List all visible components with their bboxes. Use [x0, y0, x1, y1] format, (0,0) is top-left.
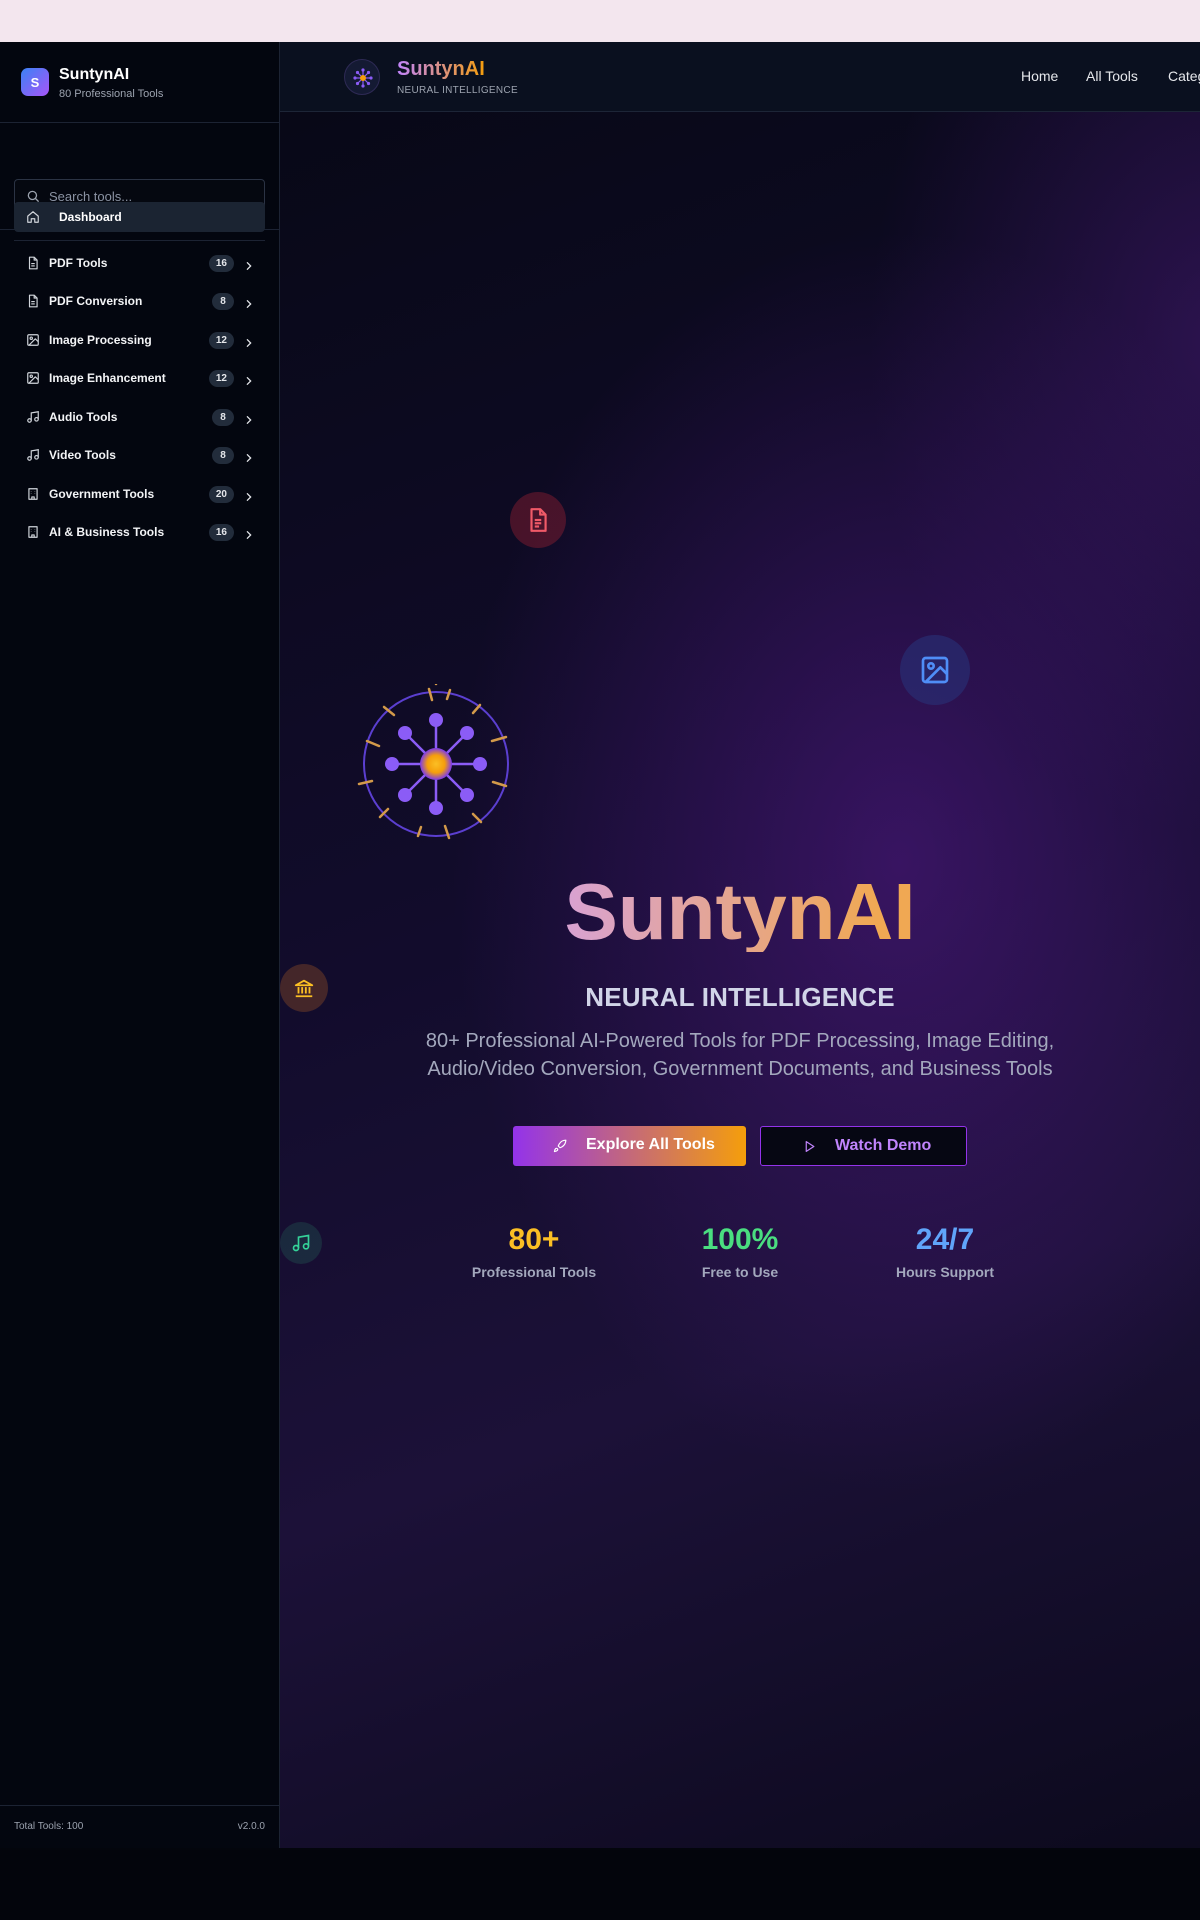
sidebar-item-dashboard[interactable]: Dashboard — [14, 202, 265, 232]
hero-subtitle: NEURAL INTELLIGENCE — [585, 982, 895, 1012]
chevron-right-icon[interactable] — [244, 335, 254, 353]
navbar-brand-subtitle: NEURAL INTELLIGENCE — [397, 85, 518, 96]
nav-divider — [14, 240, 265, 241]
chevron-right-icon[interactable] — [244, 450, 254, 468]
watch-demo-label: Watch Demo — [835, 1137, 932, 1154]
sidebar-item-image-processing[interactable]: Image Processing 12 — [14, 325, 265, 355]
stat-label: Free to Use — [701, 1264, 779, 1280]
file-icon — [26, 256, 40, 275]
chevron-right-icon[interactable] — [244, 527, 254, 545]
sidebar-item-pdf-conversion[interactable]: PDF Conversion 8 — [14, 286, 265, 316]
sidebar-item-video-tools[interactable]: Video Tools 8 — [14, 440, 265, 470]
sidebar-item-label: Video Tools — [49, 448, 116, 462]
neural-logo-icon[interactable] — [344, 59, 380, 95]
watch-demo-button[interactable]: Watch Demo — [760, 1126, 967, 1166]
stat-value: 80+ — [508, 1223, 560, 1256]
explore-all-tools-button[interactable]: Explore All Tools — [513, 1126, 746, 1166]
stat-free-to-use: 100% Free to Use — [640, 1222, 840, 1280]
count-badge: 16 — [208, 524, 234, 541]
stat-hours-support: 24/7 Hours Support — [845, 1222, 1045, 1280]
image-icon — [26, 371, 40, 390]
music-icon — [26, 448, 40, 467]
brand-logo[interactable]: S — [21, 68, 49, 96]
stat-label: Hours Support — [896, 1264, 994, 1280]
brand-subtitle: 80 Professional Tools — [59, 88, 164, 100]
count-badge: 8 — [212, 447, 234, 464]
chevron-right-icon[interactable] — [244, 489, 254, 507]
sidebar-brand: S SuntynAI 80 Professional Tools — [0, 42, 279, 123]
nav-link-home[interactable]: Home — [1021, 68, 1058, 84]
building-icon — [26, 525, 40, 544]
count-badge: 12 — [208, 332, 234, 349]
sidebar-item-label: Image Processing — [49, 333, 152, 347]
music-icon — [26, 410, 40, 429]
stat-value: 24/7 — [915, 1223, 975, 1256]
sidebar-item-label: AI & Business Tools — [49, 525, 165, 539]
hero-description: 80+ Professional AI-Powered Tools for PD… — [425, 1030, 1055, 1080]
version-text: v2.0.0 — [237, 1821, 265, 1832]
sidebar-item-pdf-tools[interactable]: PDF Tools 16 — [14, 248, 265, 278]
floating-music-icon — [280, 1222, 322, 1264]
sidebar-item-label: PDF Tools — [49, 256, 108, 270]
rocket-icon — [553, 1139, 567, 1158]
count-badge: 8 — [212, 293, 234, 310]
sidebar-item-label: Audio Tools — [49, 410, 118, 424]
explore-button-label: Explore All Tools — [586, 1136, 715, 1153]
sidebar-item-label: Dashboard — [59, 210, 122, 224]
chevron-right-icon[interactable] — [244, 296, 254, 314]
play-icon — [803, 1140, 816, 1158]
sidebar-item-image-enhancement[interactable]: Image Enhancement 12 — [14, 363, 265, 393]
nav-link-categories[interactable]: Categ — [1168, 68, 1200, 84]
chevron-right-icon[interactable] — [244, 258, 254, 276]
sidebar-item-label: Government Tools — [49, 487, 155, 501]
stat-label: Professional Tools — [471, 1264, 597, 1280]
sidebar-item-label: Image Enhancement — [49, 371, 166, 385]
sidebar-item-label: PDF Conversion — [49, 294, 143, 308]
sidebar-footer: Total Tools: 100 v2.0.0 — [0, 1805, 279, 1848]
file-icon — [26, 294, 40, 313]
chevron-right-icon[interactable] — [244, 412, 254, 430]
neural-network-emblem-icon — [356, 682, 516, 844]
sidebar: S SuntynAI 80 Professional Tools Dashboa… — [0, 42, 280, 1848]
browser-top-strip — [0, 0, 1200, 42]
home-icon — [26, 210, 40, 229]
total-tools-text: Total Tools: 100 — [14, 1821, 84, 1832]
hero-title: SuntynAI — [280, 872, 1200, 952]
count-badge: 8 — [212, 409, 234, 426]
nav-link-all-tools[interactable]: All Tools — [1086, 68, 1138, 84]
sidebar-item-audio-tools[interactable]: Audio Tools 8 — [14, 402, 265, 432]
navbar-brand-name[interactable]: SuntynAI — [397, 58, 485, 81]
chevron-right-icon[interactable] — [244, 373, 254, 391]
sidebar-item-ai-business-tools[interactable]: AI & Business Tools 16 — [14, 517, 265, 547]
building-icon — [26, 487, 40, 506]
count-badge: 20 — [208, 486, 234, 503]
brand-name: SuntynAI — [59, 66, 130, 83]
count-badge: 16 — [208, 255, 234, 272]
floating-document-icon — [510, 492, 566, 548]
count-badge: 12 — [208, 370, 234, 387]
stat-value: 100% — [701, 1223, 779, 1256]
image-icon — [26, 333, 40, 352]
stat-professional-tools: 80+ Professional Tools — [434, 1222, 634, 1280]
floating-image-icon — [900, 635, 970, 705]
top-navbar: SuntynAI NEURAL INTELLIGENCE Home All To… — [280, 42, 1200, 112]
sidebar-item-government-tools[interactable]: Government Tools 20 — [14, 479, 265, 509]
main-content: SuntynAI NEURAL INTELLIGENCE Home All To… — [280, 42, 1200, 1848]
